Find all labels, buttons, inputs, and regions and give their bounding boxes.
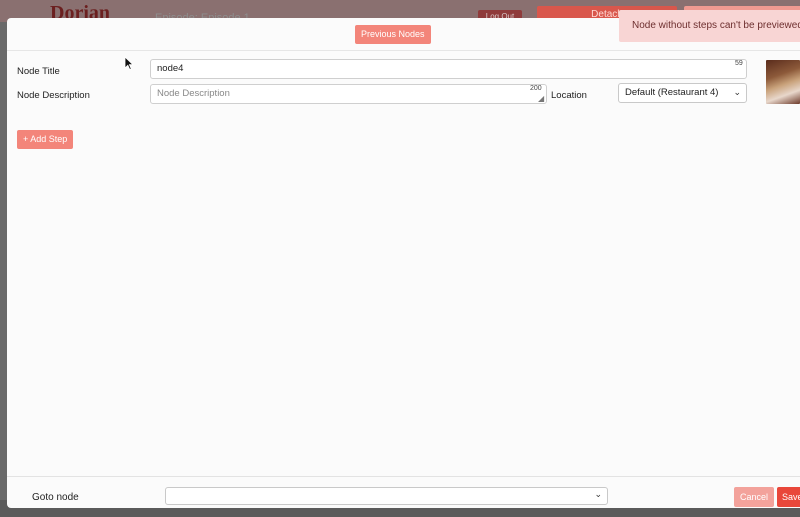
node-title-input[interactable]: node4 bbox=[150, 59, 747, 79]
node-description-label: Node Description bbox=[17, 90, 90, 101]
cancel-button[interactable]: Cancel bbox=[734, 487, 774, 507]
node-title-counter: 59 bbox=[735, 60, 743, 67]
previous-nodes-button[interactable]: Previous Nodes bbox=[355, 25, 431, 44]
save-button[interactable]: Save bbox=[777, 487, 800, 507]
location-selected-value: Default (Restaurant 4) bbox=[625, 87, 719, 98]
node-title-label: Node Title bbox=[17, 66, 60, 77]
mouse-cursor-icon bbox=[124, 56, 134, 70]
chevron-down-icon: ⌄ bbox=[733, 87, 741, 97]
location-thumbnail bbox=[766, 60, 800, 104]
chevron-down-icon: ⌄ bbox=[594, 489, 602, 499]
location-select[interactable]: Default (Restaurant 4) ⌄ bbox=[618, 83, 747, 103]
modal-footer: Goto node ⌄ Cancel Save bbox=[7, 476, 800, 517]
node-description-input[interactable]: Node Description bbox=[150, 84, 547, 104]
add-step-button[interactable]: + Add Step bbox=[17, 130, 74, 149]
goto-node-label: Goto node bbox=[32, 492, 79, 503]
node-description-counter: 200 bbox=[530, 85, 542, 92]
error-toast: Node without steps can't be previewed bbox=[619, 10, 800, 42]
goto-node-select[interactable]: ⌄ bbox=[165, 487, 608, 505]
node-editor-modal: Previous Nodes Node Title node4 59 Node … bbox=[7, 18, 800, 508]
resize-handle-icon[interactable]: ◢ bbox=[538, 94, 544, 103]
location-label: Location bbox=[551, 90, 587, 101]
